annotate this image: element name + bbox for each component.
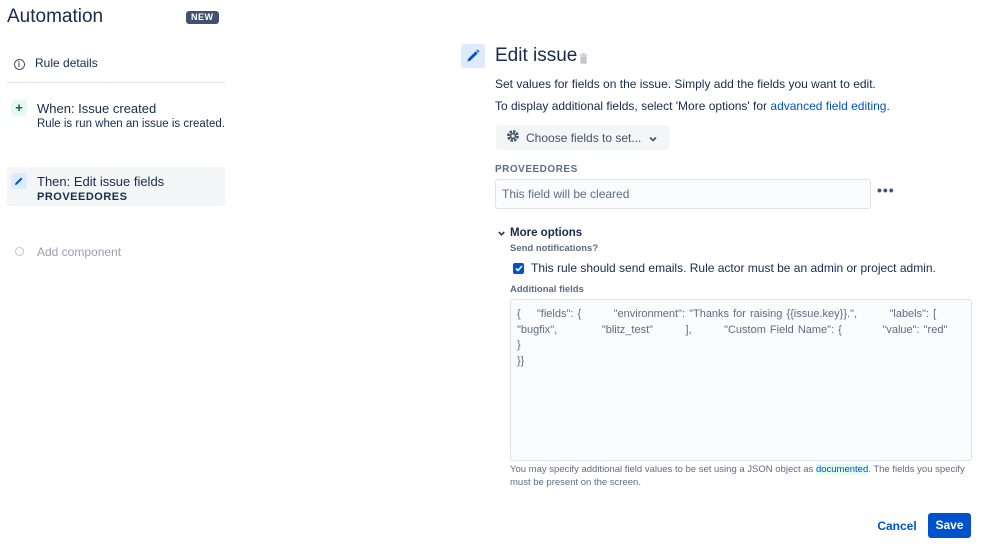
gear-icon xyxy=(506,129,520,146)
send-emails-row: This rule should send emails. Rule actor… xyxy=(513,261,936,275)
description-suffix: . xyxy=(886,99,890,113)
sidebar-item-trigger[interactable]: + When: Issue created Rule is run when a… xyxy=(7,100,225,132)
more-options-toggle[interactable]: More options xyxy=(498,227,582,239)
more-actions-icon[interactable]: ••• xyxy=(877,182,895,198)
trigger-title: When: Issue created xyxy=(37,101,157,116)
description-line-1: Set values for fields on the issue. Simp… xyxy=(495,77,876,91)
documented-link[interactable]: documented xyxy=(815,464,869,475)
save-button[interactable]: Save xyxy=(928,513,971,538)
sidebar-item-rule-details[interactable]: i Rule details xyxy=(7,56,225,72)
additional-fields-textarea[interactable]: { "fields": { "environment": "Thanks for… xyxy=(510,299,972,461)
info-icon: i xyxy=(12,56,26,70)
add-component-label: Add component xyxy=(37,245,122,259)
help-text: You may specify additional field values … xyxy=(510,464,816,475)
proveedores-input[interactable] xyxy=(495,179,871,209)
more-options-label: More options xyxy=(510,227,583,239)
trash-icon[interactable] xyxy=(579,51,588,69)
sidebar-item-action[interactable]: Then: Edit issue fields PROVEEDORES xyxy=(7,167,225,206)
send-notifications-label: Send notifications? xyxy=(510,243,599,254)
pencil-icon xyxy=(11,173,27,189)
send-emails-checkbox[interactable] xyxy=(513,262,524,274)
description-line-2: To display additional fields, select 'Mo… xyxy=(495,99,890,113)
choose-fields-button[interactable]: Choose fields to set... xyxy=(496,125,669,150)
chevron-down-icon xyxy=(649,131,657,145)
proveedores-field-label: PROVEEDORES xyxy=(495,164,578,175)
plus-icon: + xyxy=(11,100,27,116)
chevron-down-icon xyxy=(498,227,505,239)
sidebar-divider xyxy=(7,82,225,83)
choose-fields-label: Choose fields to set... xyxy=(526,130,642,145)
description-text: To display additional fields, select 'Mo… xyxy=(495,99,771,113)
cancel-button[interactable]: Cancel xyxy=(872,515,922,537)
action-subtitle: PROVEEDORES xyxy=(37,191,128,203)
add-component-circle-icon xyxy=(15,247,24,256)
action-title: Then: Edit issue fields xyxy=(37,174,165,189)
additional-fields-label: Additional fields xyxy=(510,284,584,295)
advanced-field-editing-link[interactable]: advanced field editing xyxy=(770,99,886,113)
add-component[interactable]: Add component xyxy=(7,245,225,259)
additional-fields-help: You may specify additional field values … xyxy=(510,464,970,489)
trigger-subtitle: Rule is run when an issue is created. xyxy=(37,118,225,130)
page-title: Edit issue xyxy=(495,45,578,66)
new-badge: NEW xyxy=(186,11,219,24)
app-title: Automation xyxy=(7,6,104,27)
edit-pencil-icon xyxy=(461,44,485,68)
send-emails-label: This rule should send emails. Rule actor… xyxy=(531,261,936,275)
sidebar-item-label: Rule details xyxy=(35,56,98,70)
